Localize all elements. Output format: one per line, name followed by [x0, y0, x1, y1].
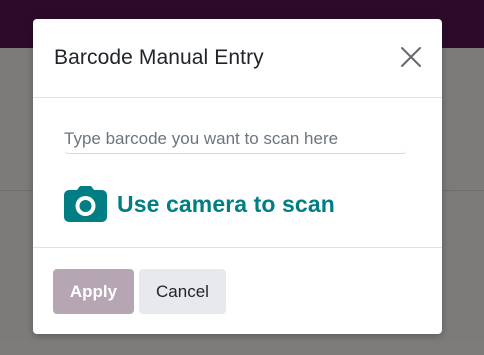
cancel-button[interactable]: Cancel	[139, 269, 226, 314]
background-footer-strip	[0, 340, 484, 355]
close-icon	[401, 47, 421, 67]
dialog-body: Use camera to scan	[33, 98, 442, 248]
dialog-title: Barcode Manual Entry	[54, 46, 264, 69]
close-button[interactable]	[400, 46, 422, 68]
use-camera-label: Use camera to scan	[117, 190, 335, 217]
barcode-input[interactable]	[64, 125, 407, 154]
use-camera-button[interactable]: Use camera to scan	[64, 186, 335, 222]
camera-icon	[64, 186, 107, 222]
dialog-header: Barcode Manual Entry	[33, 19, 442, 98]
barcode-manual-entry-dialog: Barcode Manual Entry Use camera to scan …	[33, 19, 442, 334]
apply-button[interactable]: Apply	[53, 269, 134, 314]
dialog-footer: Apply Cancel	[33, 248, 442, 334]
